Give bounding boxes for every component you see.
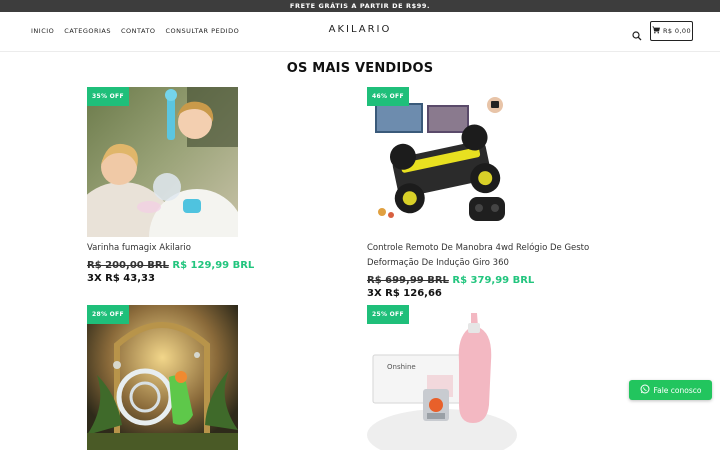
product-prices: R$ 699,99 BRL R$ 379,99 BRL [367, 275, 637, 286]
whatsapp-icon [640, 384, 650, 396]
product-image[interactable]: 35% OFF [87, 87, 238, 237]
product-card[interactable]: 35% OFF Varinha fumagix Akilario R$ 200,… [87, 87, 337, 284]
discount-badge: 35% OFF [87, 87, 129, 106]
installments: 3X R$ 126,66 [367, 288, 442, 299]
section-title: OS MAIS VENDIDOS [286, 61, 434, 76]
product-image[interactable]: 46% OFF [367, 87, 518, 237]
old-price: R$ 699,99 BRL [367, 275, 449, 286]
product-image[interactable]: 28% OFF [87, 305, 238, 450]
discount-badge: 28% OFF [87, 305, 129, 324]
cart-button[interactable]: R$ 0,00 [650, 21, 693, 41]
cart-icon [652, 26, 661, 36]
discount-badge: 46% OFF [367, 87, 409, 106]
product-card[interactable]: 46% OFF Controle Remoto De Manobra 4wd R… [367, 87, 637, 299]
product-card[interactable]: 25% OFF Onshine [367, 305, 518, 450]
site-header: INICIO CATEGORIAS CONTATO CONSULTAR PEDI… [0, 12, 720, 52]
search-icon[interactable] [632, 26, 642, 41]
old-price: R$ 200,00 BRL [87, 260, 169, 271]
sale-price: R$ 129,99 BRL [172, 260, 255, 271]
product-image[interactable]: 25% OFF Onshine [367, 305, 518, 450]
product-name[interactable]: Varinha fumagix Akilario [87, 241, 337, 256]
product-name[interactable]: Controle Remoto De Manobra 4wd Relógio D… [367, 241, 637, 271]
sale-price: R$ 379,99 BRL [452, 275, 535, 286]
product-prices: R$ 200,00 BRL R$ 129,99 BRL [87, 260, 337, 271]
cart-total: R$ 0,00 [663, 27, 691, 35]
installments: 3X R$ 43,33 [87, 273, 155, 284]
product-card[interactable]: 28% OFF [87, 305, 238, 450]
announcement-bar: FRETE GRÁTIS A PARTIR DE R$99. [0, 0, 720, 12]
site-logo[interactable]: AKILARIO [0, 24, 720, 35]
box-brand-text: Onshine [387, 363, 416, 371]
discount-badge: 25% OFF [367, 305, 409, 324]
announcement-text: FRETE GRÁTIS A PARTIR DE R$99. [289, 2, 431, 10]
whatsapp-label: Fale conosco [653, 385, 702, 395]
whatsapp-contact-button[interactable]: Fale conosco [629, 380, 712, 400]
